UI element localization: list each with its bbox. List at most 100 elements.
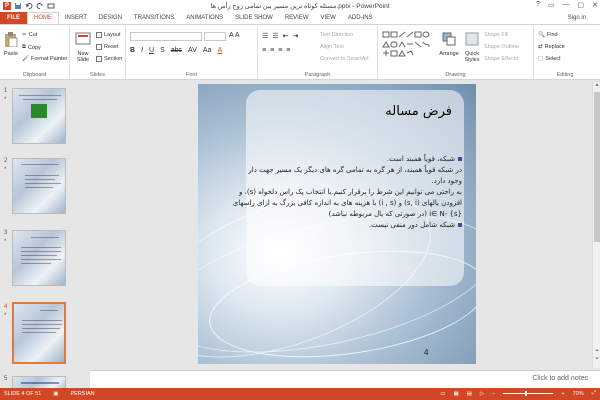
change-case-button[interactable]: Aa — [203, 47, 212, 54]
convert-smartart-label: Convert to SmartArt — [320, 56, 369, 62]
next-slide-icon[interactable]: ⏷ — [593, 356, 600, 364]
italic-button[interactable]: I — [141, 47, 143, 54]
slide-thumbnail-pane[interactable]: 1 * 2 * 3 * 4 * 5 — [0, 82, 86, 388]
character-spacing-button[interactable]: AV — [188, 47, 197, 54]
arrange-button[interactable]: Arrange — [438, 31, 460, 57]
shape-fill-button[interactable]: Shape Fill — [484, 32, 508, 38]
copy-button[interactable]: ⧉ Copy — [22, 44, 41, 51]
notes-placeholder[interactable]: Click to add notes — [532, 375, 588, 382]
vertical-scrollbar[interactable]: ▲ ⏶ ⏷ — [592, 82, 600, 368]
help-button[interactable]: ? — [536, 1, 540, 9]
thumbnail-number: 2 — [4, 158, 8, 164]
font-size-combo[interactable] — [204, 32, 226, 41]
title-bar: P مسئله کوتاه ترین مسیر بین تمامی زوج رأ… — [0, 0, 600, 12]
thumbnail-image — [12, 376, 66, 388]
shape-effects-label: Shape Effects — [484, 56, 519, 62]
shape-fill-label: Shape Fill — [484, 32, 509, 38]
convert-smartart-button[interactable]: Convert to SmartArt — [320, 56, 369, 62]
thumbnail-slide-3[interactable]: 3 * — [2, 230, 82, 290]
thumbnail-image — [12, 158, 66, 214]
tab-review[interactable]: REVIEW — [279, 12, 315, 24]
font-grow-shrink-icons[interactable]: A A — [229, 32, 240, 39]
new-slide-button[interactable]: New Slide — [72, 31, 94, 63]
tab-slide-show[interactable]: SLIDE SHOW — [229, 12, 279, 24]
normal-view-icon[interactable]: ▭ — [440, 391, 445, 397]
close-button[interactable]: ✕ — [592, 1, 598, 9]
text-direction-button[interactable]: Text Direction — [320, 32, 353, 38]
underline-button[interactable]: U — [149, 47, 154, 54]
thumbnail-slide-5[interactable]: 5 — [2, 376, 82, 388]
justify-icon[interactable]: ≡ — [286, 47, 290, 54]
text-direction-label: Text Direction — [320, 32, 354, 38]
align-right-icon[interactable]: ≡ — [278, 47, 282, 54]
tab-animations[interactable]: ANIMATIONS — [180, 12, 229, 24]
slide-sorter-icon[interactable]: ▦ — [454, 391, 459, 397]
align-text-button[interactable]: Align Text — [320, 44, 344, 50]
fit-to-window-icon[interactable]: ⤢ — [592, 390, 596, 397]
align-left-icon[interactable]: ≡ — [262, 47, 266, 54]
font-family-combo[interactable] — [130, 32, 202, 41]
shape-effects-button[interactable]: Shape Effects — [484, 56, 518, 62]
thumbnail-slide-2[interactable]: 2 * — [2, 158, 82, 218]
slideshow-view-icon[interactable]: ▷ — [480, 391, 484, 397]
find-button[interactable]: 🔍 Find — [538, 32, 558, 38]
tab-insert[interactable]: INSERT — [59, 12, 93, 24]
quick-styles-button[interactable]: Quick Styles — [462, 31, 482, 63]
slide-body-text[interactable]: شبکه، قویاً همبند است. در شبکه قویاً همب… — [232, 154, 462, 231]
ribbon-display-options-button[interactable]: ▭ — [548, 1, 555, 9]
notes-pane[interactable]: Click to add notes — [90, 370, 600, 388]
scroll-up-icon[interactable]: ▲ — [593, 82, 600, 90]
language-indicator[interactable]: PERSIAN — [71, 391, 95, 397]
shadow-button[interactable]: S — [160, 47, 165, 54]
sign-in-link[interactable]: Sign in — [568, 15, 586, 21]
strikethrough-button[interactable]: abc — [171, 47, 182, 54]
current-slide[interactable]: فرض مساله شبکه، قویاً همبند است. در شبکه… — [198, 84, 476, 364]
bullets-icon[interactable]: ☰ — [262, 32, 268, 40]
previous-slide-icon[interactable]: ⏶ — [593, 348, 600, 356]
tab-file[interactable]: FILE — [0, 12, 27, 24]
replace-button[interactable]: ⇄ Replace — [538, 44, 565, 50]
slide-editing-area[interactable]: فرض مساله شبکه، قویاً همبند است. در شبکه… — [90, 82, 590, 368]
editing-group-label: Editing — [556, 72, 574, 78]
tab-transitions[interactable]: TRANSITIONS — [128, 12, 180, 24]
tab-add-ins[interactable]: ADD-INS — [342, 12, 379, 24]
zoom-slider[interactable] — [503, 391, 554, 396]
decrease-indent-icon[interactable]: ⇤ — [283, 32, 289, 40]
zoom-level[interactable]: 70% — [573, 391, 584, 397]
thumbnail-slide-1[interactable]: 1 * — [2, 88, 82, 156]
layout-button[interactable]: Layout — [96, 32, 121, 38]
minimize-button[interactable]: — — [563, 1, 570, 9]
reading-view-icon[interactable]: ▤ — [467, 391, 472, 397]
align-center-icon[interactable]: ≡ — [270, 47, 274, 54]
line-3: به راحتی می توانیم این شرط را برقرار کنی… — [232, 188, 462, 207]
shape-outline-button[interactable]: Shape Outline — [484, 44, 519, 50]
zoom-out-icon[interactable]: − — [492, 391, 495, 397]
font-color-button[interactable]: A — [217, 47, 222, 54]
proofing-icon[interactable]: ▣ — [53, 391, 58, 397]
scrollbar-thumb[interactable] — [594, 92, 600, 242]
shapes-gallery[interactable] — [382, 31, 436, 61]
find-icon: 🔍 — [538, 32, 545, 38]
tab-home[interactable]: HOME — [27, 12, 59, 24]
zoom-in-icon[interactable]: + — [561, 391, 564, 397]
reset-button[interactable]: Reset — [96, 44, 118, 50]
select-button[interactable]: ⬚ Select — [538, 56, 561, 62]
tab-view[interactable]: VIEW — [315, 12, 342, 24]
section-button[interactable]: Section — [96, 56, 122, 62]
slide-title[interactable]: فرض مساله — [385, 104, 452, 119]
thumbnail-slide-4[interactable]: 4 * — [2, 302, 82, 366]
tab-design[interactable]: DESIGN — [93, 12, 128, 24]
maximize-button[interactable]: ▢ — [578, 1, 585, 9]
paste-button[interactable]: Paste — [3, 31, 19, 57]
numbering-icon[interactable]: ☰ — [272, 32, 278, 40]
increase-indent-icon[interactable]: ⇥ — [292, 32, 298, 40]
cut-button[interactable]: ✂ Cut — [22, 32, 37, 38]
cut-label: Cut — [28, 32, 38, 38]
copy-icon: ⧉ — [22, 44, 26, 50]
quick-styles-label: Quick Styles — [464, 51, 480, 63]
format-painter-button[interactable]: 🖌 Format Painter — [22, 56, 67, 62]
thumbnail-graph-image — [31, 104, 47, 118]
paragraph-group: ☰ ☰ ⇤ ⇥ Text Direction ≡ ≡ ≡ ≡ Align Text Conv… — [258, 27, 378, 79]
zoom-slider-knob[interactable] — [524, 391, 527, 396]
bold-button[interactable]: B — [130, 47, 135, 54]
